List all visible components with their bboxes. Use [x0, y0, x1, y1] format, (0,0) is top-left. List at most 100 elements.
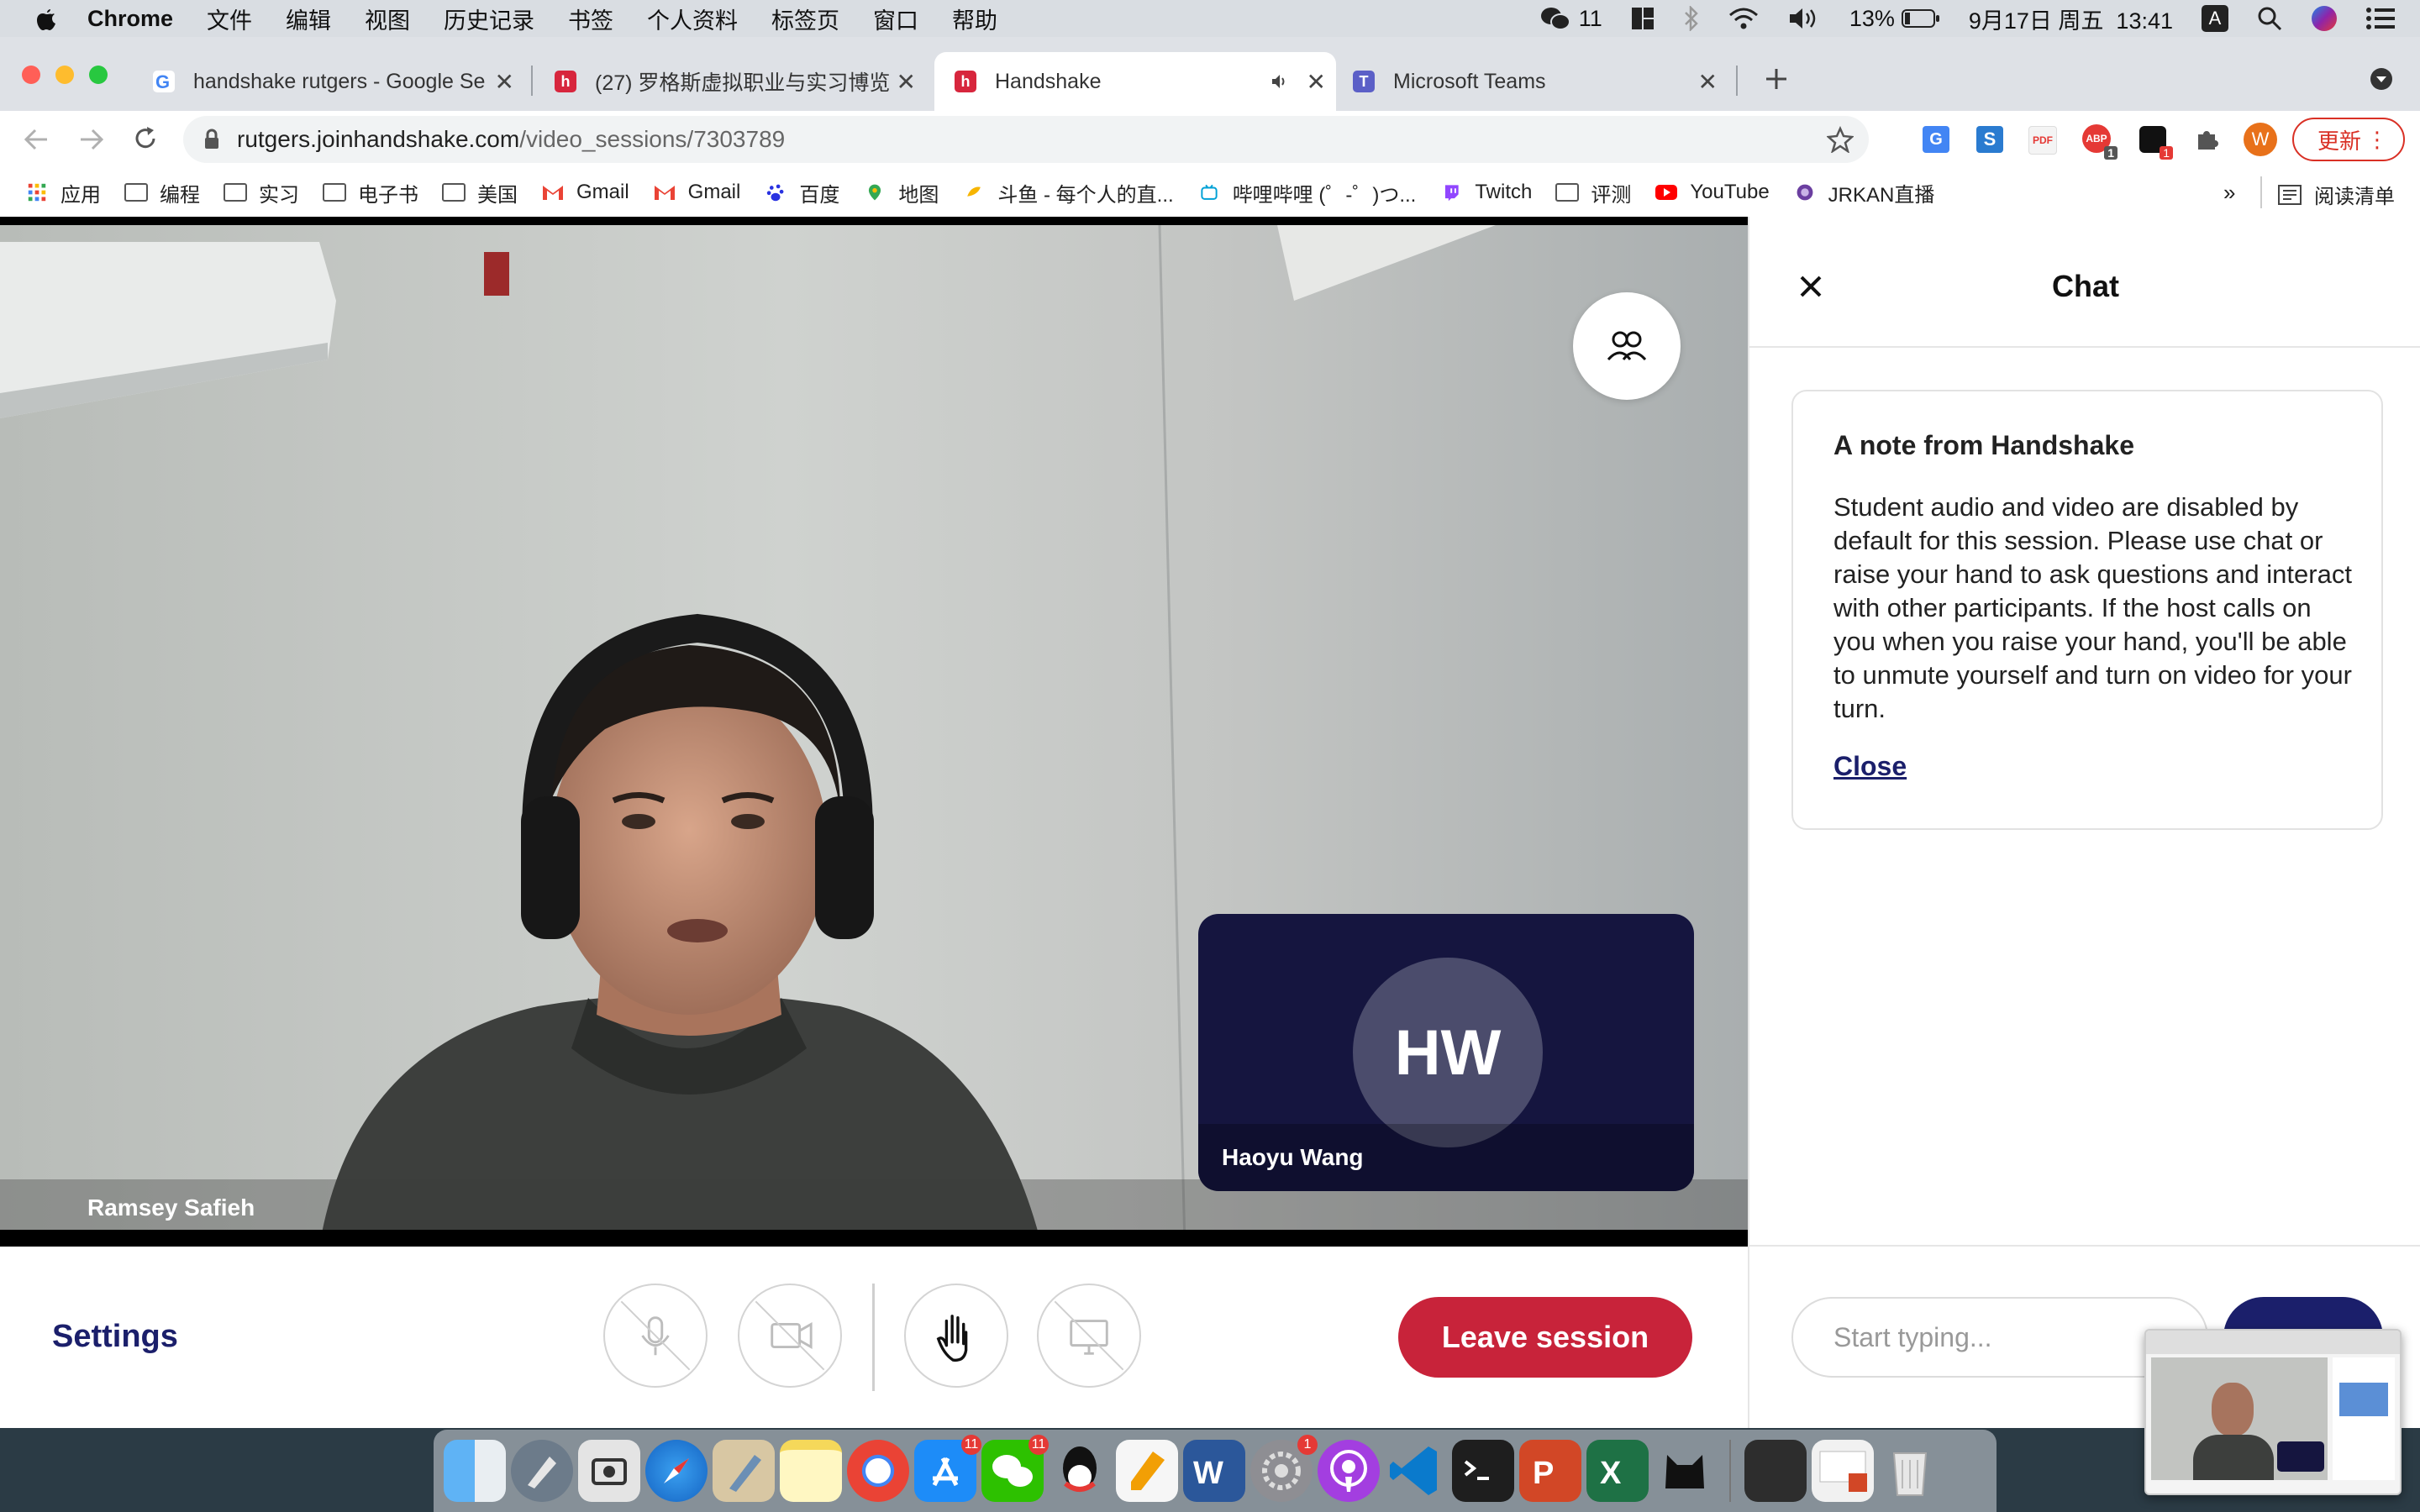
bookmark-bilibili[interactable]: 哔哩哔哩 (゜-゜)つ...: [1197, 178, 1416, 207]
leave-session-button[interactable]: Leave session: [1398, 1297, 1692, 1378]
raise-hand-button[interactable]: [904, 1284, 1008, 1388]
finder-dock-icon[interactable]: [444, 1440, 506, 1502]
preview-dock-icon[interactable]: [713, 1440, 775, 1502]
pages-dock-icon[interactable]: [1116, 1440, 1178, 1502]
window-zoom-button[interactable]: [89, 66, 108, 84]
menu-edit[interactable]: 编辑: [286, 3, 331, 35]
menu-bookmarks[interactable]: 书签: [568, 3, 613, 35]
bookmark-youtube[interactable]: YouTube: [1655, 181, 1770, 204]
menu-history[interactable]: 历史记录: [444, 3, 534, 35]
bookmark-jrkan[interactable]: JRKAN直播: [1793, 178, 1934, 207]
pdf-extension-icon[interactable]: PDF: [2028, 126, 2057, 155]
tab-close-icon[interactable]: ✕: [897, 68, 916, 96]
bookmark-douyu[interactable]: 斗鱼 - 每个人的直...: [962, 178, 1174, 207]
tab-close-icon[interactable]: ✕: [1698, 68, 1718, 96]
menu-tabs[interactable]: 标签页: [771, 3, 839, 35]
system-preferences-dock-icon[interactable]: 1: [1250, 1435, 1318, 1502]
tab-search-chevron-icon[interactable]: [2370, 67, 2393, 91]
spotlight-search-icon[interactable]: [2257, 6, 2282, 31]
wechat-status-item[interactable]: 11: [1540, 6, 1602, 32]
window-minimize-button[interactable]: [55, 66, 74, 84]
recent-document-dock-icon[interactable]: [1812, 1440, 1874, 1502]
recent-window-thumbnail-dock-icon[interactable]: [1744, 1440, 1807, 1502]
reload-icon[interactable]: [131, 124, 160, 153]
wechat-dock-icon[interactable]: 11: [981, 1435, 1049, 1502]
screenshot-dock-icon[interactable]: [578, 1440, 640, 1502]
bookmark-apps[interactable]: 应用: [25, 178, 101, 207]
excel-dock-icon[interactable]: X: [1586, 1440, 1649, 1502]
menu-window[interactable]: 窗口: [873, 3, 918, 35]
menu-view[interactable]: 视图: [365, 3, 410, 35]
notes-dock-icon[interactable]: [780, 1440, 842, 1502]
terminal-dock-icon[interactable]: [1452, 1440, 1514, 1502]
app-store-dock-icon[interactable]: 11: [914, 1435, 981, 1502]
tab-close-icon[interactable]: ✕: [1307, 68, 1326, 96]
battery-status[interactable]: 13%: [1849, 6, 1940, 32]
menu-clock[interactable]: 9月17日 周五 13:41: [1969, 3, 2173, 35]
back-arrow-icon[interactable]: [22, 126, 50, 153]
bookmark-folder-ebooks[interactable]: 电子书: [323, 178, 418, 207]
tab-audio-playing-icon[interactable]: [1270, 72, 1289, 91]
bookmark-baidu[interactable]: 百度: [764, 178, 839, 207]
word-dock-icon[interactable]: W: [1183, 1440, 1245, 1502]
tab-handshake[interactable]: h Handshake ✕: [934, 52, 1336, 111]
pip-toolbar: [2146, 1331, 2400, 1354]
bookmark-folder-internship[interactable]: 实习: [224, 178, 299, 207]
wifi-icon[interactable]: [1728, 7, 1759, 30]
volume-icon[interactable]: [1787, 6, 1821, 31]
qq-dock-icon[interactable]: [1049, 1440, 1111, 1502]
menu-help[interactable]: 帮助: [952, 3, 997, 35]
menu-app-name[interactable]: Chrome: [87, 6, 173, 32]
bookmark-star-icon[interactable]: [1827, 126, 1854, 153]
adblock-extension-icon[interactable]: ABP 1: [2082, 124, 2118, 160]
google-translate-extension-icon[interactable]: G: [1923, 126, 1949, 153]
tab-close-icon[interactable]: ✕: [495, 68, 514, 96]
safari-dock-icon[interactable]: [645, 1440, 708, 1502]
notification-center-icon[interactable]: [2366, 7, 2395, 30]
dark-extension-icon[interactable]: 1: [2139, 126, 2173, 160]
bookmark-folder-programming[interactable]: 编程: [124, 178, 200, 207]
input-method-indicator[interactable]: A: [2202, 5, 2228, 32]
bookmark-gmail-1[interactable]: Gmail: [541, 181, 629, 204]
apple-logo-icon[interactable]: [34, 5, 59, 32]
wechat-count: 11: [1578, 5, 1602, 31]
menu-file[interactable]: 文件: [207, 3, 252, 35]
screen-share-button[interactable]: [1037, 1284, 1141, 1388]
new-tab-plus-icon[interactable]: [1763, 66, 1790, 92]
tab-microsoft-teams[interactable]: T Microsoft Teams ✕: [1341, 52, 1728, 111]
profile-avatar[interactable]: W: [2244, 123, 2277, 156]
bookmarks-overflow-chevron[interactable]: »: [2223, 180, 2235, 206]
chrome-dock-icon[interactable]: [847, 1440, 909, 1502]
bookmark-folder-reviews[interactable]: 评测: [1555, 178, 1631, 207]
vscode-dock-icon[interactable]: [1385, 1440, 1447, 1502]
powerpoint-dock-icon[interactable]: P: [1519, 1440, 1581, 1502]
launchpad-dock-icon[interactable]: [511, 1440, 573, 1502]
extensions-puzzle-icon[interactable]: [2193, 126, 2220, 153]
reading-list-button[interactable]: 阅读清单: [2277, 180, 2395, 209]
bluetooth-icon[interactable]: [1683, 6, 1700, 31]
trash-dock-icon[interactable]: [1879, 1440, 1941, 1502]
participants-button[interactable]: [1573, 292, 1681, 400]
window-close-button[interactable]: [22, 66, 40, 84]
picture-in-picture-preview[interactable]: [2144, 1329, 2402, 1495]
bookmark-folder-usa[interactable]: 美国: [442, 178, 518, 207]
bookmark-maps[interactable]: 地图: [863, 178, 939, 207]
black-cat-app-dock-icon[interactable]: [1654, 1440, 1716, 1502]
lock-icon[interactable]: [203, 129, 220, 150]
settings-link[interactable]: Settings: [52, 1319, 178, 1355]
window-layout-icon[interactable]: [1631, 7, 1655, 30]
podcasts-dock-icon[interactable]: [1318, 1440, 1380, 1502]
chrome-update-button[interactable]: 更新 ⋮: [2292, 118, 2405, 161]
bookmark-twitch[interactable]: Twitch: [1439, 181, 1532, 204]
bookmark-gmail-2[interactable]: Gmail: [653, 181, 740, 204]
camera-toggle-button[interactable]: [738, 1284, 842, 1388]
mute-microphone-button[interactable]: [603, 1284, 708, 1388]
note-close-link[interactable]: Close: [1833, 751, 1907, 782]
s-extension-icon[interactable]: S: [1976, 126, 2003, 153]
menu-profiles[interactable]: 个人资料: [647, 3, 738, 35]
tab-rutgers-fair[interactable]: h (27) 罗格斯虚拟职业与实习博览 ✕: [539, 52, 926, 111]
siri-icon[interactable]: [2311, 5, 2338, 32]
tab-google-search[interactable]: G handshake rutgers - Google Se ✕: [138, 52, 524, 111]
address-bar[interactable]: rutgers.joinhandshake.com/video_sessions…: [183, 116, 1869, 163]
forward-arrow-icon[interactable]: [77, 126, 106, 153]
